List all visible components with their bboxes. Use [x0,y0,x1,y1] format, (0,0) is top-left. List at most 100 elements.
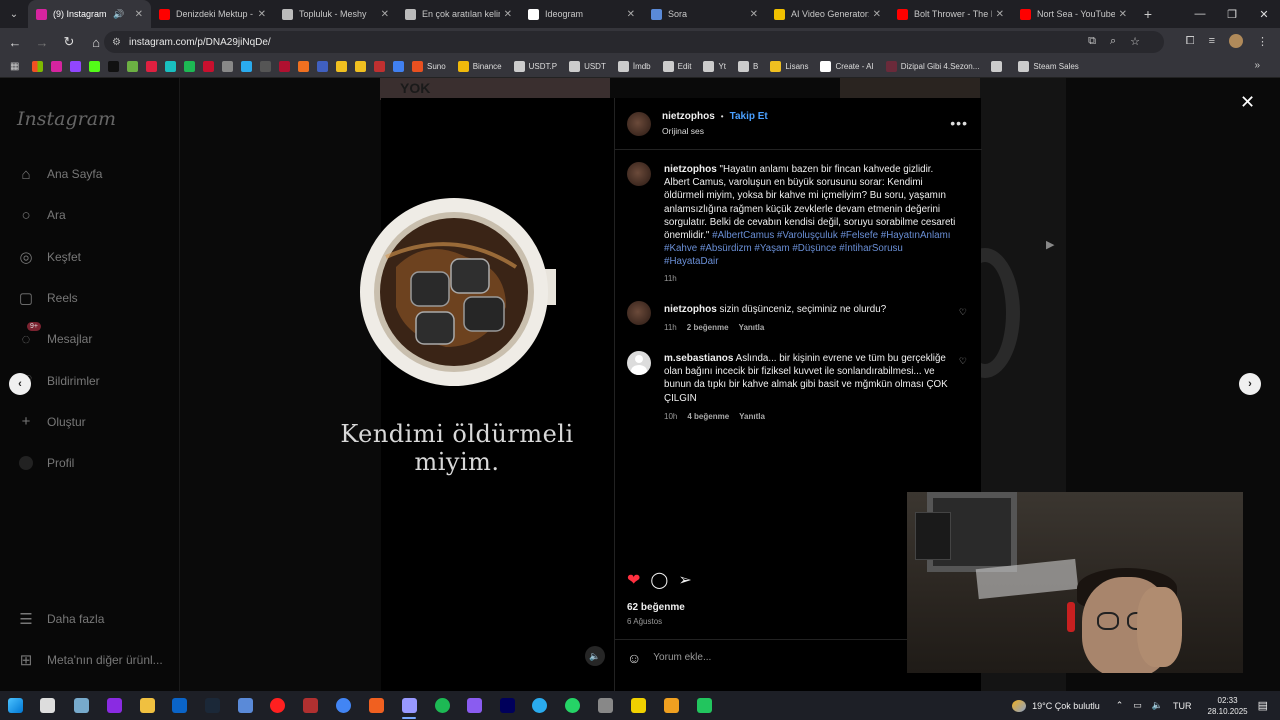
bookmark-icon[interactable] [222,61,233,72]
bookmark-icon[interactable] [203,61,214,72]
bookmark-icon[interactable] [279,61,290,72]
post-media[interactable] [381,98,614,691]
like-count[interactable]: 62 beğenme [627,602,685,613]
reply-button[interactable]: Yanıtla [739,412,765,421]
opera-icon[interactable] [270,698,285,713]
bookmark-link[interactable] [991,61,1006,72]
whatsapp-icon[interactable] [565,698,580,713]
more-options-icon[interactable]: ••• [950,115,968,131]
tab-close-icon[interactable]: ✕ [996,9,1004,20]
microsoft-icon[interactable] [32,61,43,72]
bookmark-link[interactable]: Binance [457,61,502,72]
bookmark-icon[interactable] [336,61,347,72]
forward-icon[interactable]: → [30,35,54,50]
tab-close-icon[interactable]: ✕ [381,9,389,20]
tray-chevron-icon[interactable]: ⌃ [1116,700,1124,711]
tab-close-icon[interactable]: ✕ [1119,9,1127,20]
comment-likes[interactable]: 4 beğenme [687,412,729,421]
mute-icon[interactable]: 🔈 [585,646,605,666]
tab-close-icon[interactable]: ✕ [750,9,758,20]
new-tab-button[interactable]: + [1135,6,1161,22]
app-icon[interactable] [664,698,679,713]
sidebar-item-search[interactable]: ○ Ara [17,206,65,224]
sidebar-item-profile[interactable]: Profil [17,454,74,472]
spotify-icon[interactable] [435,698,450,713]
notifications-icon[interactable]: ▤ [1258,699,1268,712]
bookmark-icon[interactable] [393,61,404,72]
bookmark-star-icon[interactable]: ☆ [1130,35,1140,48]
install-app-icon[interactable]: ⧉ [1088,35,1096,48]
extensions-icon[interactable]: ⧠ [1186,35,1195,48]
comment-like-icon[interactable]: ♡ [959,356,967,367]
media-controls-icon[interactable]: ≡ [1209,35,1215,47]
reply-button[interactable]: Yanıtla [739,323,765,332]
tab-close-icon[interactable]: ✕ [504,9,512,20]
bookmark-link[interactable]: B [738,61,758,72]
comment-username[interactable]: m.sebastianos [664,353,733,364]
restore-icon[interactable]: ❐ [1216,8,1248,21]
browser-menu-icon[interactable]: ⋮ [1257,35,1268,48]
close-icon[interactable]: ✕ [1240,92,1255,113]
app-icon[interactable] [238,698,253,713]
network-icon[interactable]: ▭ [1133,700,1142,711]
tab-close-icon[interactable]: ✕ [873,9,881,20]
audition-icon[interactable] [500,698,515,713]
comment-icon[interactable]: ◯ [650,570,668,590]
reload-icon[interactable]: ↻ [57,34,81,50]
app-icon[interactable] [107,698,122,713]
bookmark-link[interactable]: Suno [412,61,446,72]
bookmark-icon[interactable] [51,61,62,72]
search-icon[interactable] [40,698,55,713]
bookmark-link[interactable]: Dizipal Gibi 4.Sezon... [885,61,979,72]
tab-search-icon[interactable]: ⌄ [0,0,28,28]
bookmark-link[interactable]: Create - AI [820,61,874,72]
sidebar-item-plus[interactable]: + Oluştur [17,413,86,431]
zoom-icon[interactable]: ⌕ [1110,35,1116,48]
bookmark-link[interactable]: Lisans [770,61,808,72]
bookmark-icon[interactable] [127,61,138,72]
tab-close-icon[interactable]: ✕ [258,9,266,20]
bookmark-icon[interactable] [165,61,176,72]
sidebar-item-explore[interactable]: ◎ Keşfet [17,248,81,266]
sidebar-item-meta[interactable]: ⊞ Meta'nın diğer ürünl... [17,651,163,669]
copilot-icon[interactable] [74,698,89,713]
browser-tab[interactable]: Denizdeki Mektup - Y ✕ [151,0,274,28]
bookmark-link[interactable]: Steam Sales [1018,61,1079,72]
bookmark-icon[interactable] [89,61,100,72]
bookmark-icon[interactable] [317,61,328,72]
instagram-logo[interactable]: Instagram [17,108,116,130]
browser-tab[interactable]: Bolt Thrower - The IV ✕ [889,0,1012,28]
browser-tab[interactable]: AI Video Generator: ✕ [766,0,889,28]
folder-icon[interactable] [140,698,155,713]
profile-avatar[interactable] [1229,34,1243,48]
bookmark-icon[interactable] [146,61,157,72]
bookmark-icon[interactable] [241,61,252,72]
back-icon[interactable]: ← [3,35,27,50]
comment-like-icon[interactable]: ♡ [959,307,967,318]
bookmark-icon[interactable] [355,61,366,72]
steam-icon[interactable] [205,698,220,713]
author-username[interactable]: nietzophos [662,111,715,122]
browser-tab[interactable]: Ideogram ✕ [520,0,643,28]
bookmark-link[interactable]: İmdb [617,61,651,72]
browser-tab[interactable]: Sora ✕ [643,0,766,28]
url-field[interactable]: ⚙ instagram.com/p/DNA29jiNqDe/ [104,31,1164,53]
caption-avatar[interactable] [627,162,651,186]
audio-label[interactable]: Orijinal ses [662,126,704,136]
follow-button[interactable]: Takip Et [730,111,768,122]
app-icon[interactable] [467,698,482,713]
app-icon[interactable] [697,698,712,713]
tab-close-icon[interactable]: ✕ [627,9,635,20]
bookmark-link[interactable]: USDT.P [513,61,557,72]
comment-likes[interactable]: 2 beğenme [687,323,729,332]
app-icon[interactable] [369,698,384,713]
comment-input[interactable] [653,652,894,663]
browser-tab[interactable]: Topluluk - Meshy ✕ [274,0,397,28]
tab-close-icon[interactable]: ✕ [135,9,143,20]
sidebar-item-more[interactable]: ☰ Daha fazla [17,610,104,628]
language-indicator[interactable]: TUR [1173,701,1192,711]
tab-audio-icon[interactable]: 🔊 [113,9,124,20]
browser-tab[interactable]: Nort Sea - YouTube ✕ [1012,0,1135,28]
apps-grid-icon[interactable]: ▦ [10,61,24,72]
sidebar-item-home[interactable]: ⌂ Ana Sayfa [17,165,102,183]
